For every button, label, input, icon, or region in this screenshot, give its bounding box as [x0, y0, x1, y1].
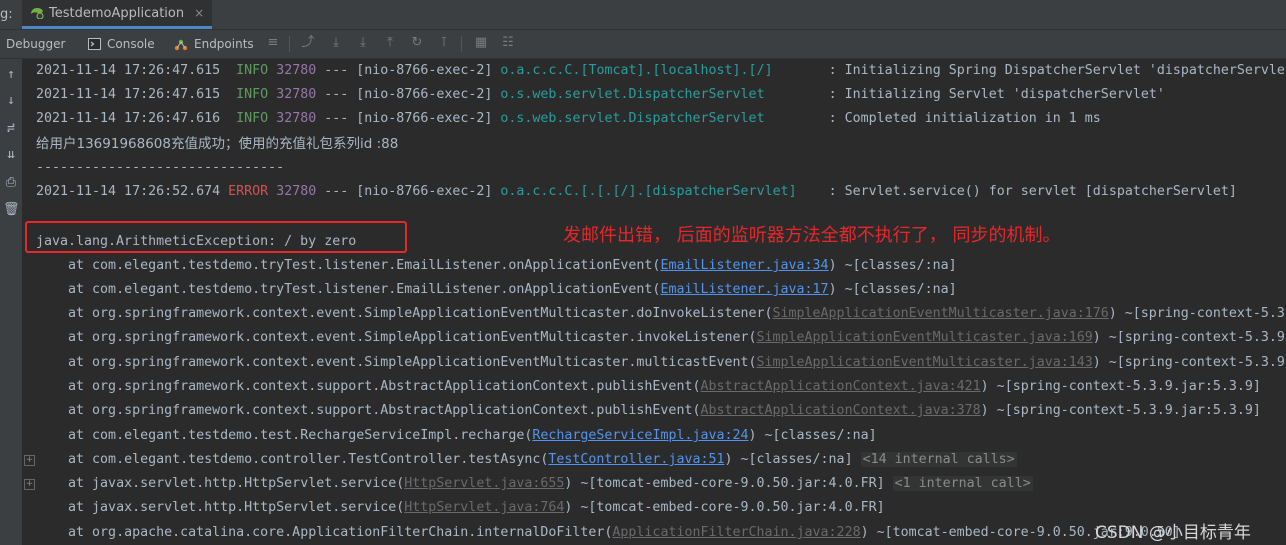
- step-over-icon[interactable]: ⤓: [328, 35, 344, 51]
- toolbar-separator: [461, 36, 462, 52]
- stack-frame: at com.elegant.testdemo.tryTest.listener…: [68, 258, 957, 273]
- trace-icon[interactable]: ☷: [500, 35, 516, 51]
- dash-separator: -------------------------------: [36, 160, 285, 175]
- toolbar-separator: [289, 36, 290, 52]
- stack-frame: at org.springframework.context.event.Sim…: [68, 306, 1286, 321]
- run-toolbar: Debugger Console Endpoints ≡ ⤴ ⤓ ⤓ ⤒ ↻ ⊺…: [0, 30, 1286, 59]
- expand-fold-icon[interactable]: +: [24, 479, 35, 490]
- tab-debugger-label: Debugger: [6, 37, 66, 51]
- console-action-gutter: ↑ ↓ ≓ ⇊ ⎙ 🗑: [0, 59, 23, 545]
- source-link[interactable]: RechargeServiceImpl.java:24: [532, 428, 748, 443]
- source-link[interactable]: SimpleApplicationEventMulticaster.java:1…: [773, 306, 1109, 321]
- tab-endpoints-label: Endpoints: [194, 37, 254, 51]
- fold-column: [22, 59, 36, 545]
- source-link[interactable]: AbstractApplicationContext.java:378: [700, 403, 980, 418]
- stack-frame: at com.elegant.testdemo.tryTest.listener…: [68, 282, 957, 297]
- stack-frame: at org.springframework.context.support.A…: [68, 379, 1261, 394]
- scroll-to-end-icon[interactable]: ⇊: [3, 147, 19, 163]
- error-log-line: 2021-11-14 17:26:52.674 ERROR 32780 --- …: [36, 184, 1237, 199]
- run-to-cursor-icon[interactable]: ↻: [409, 35, 425, 51]
- trash-icon[interactable]: 🗑: [3, 202, 20, 218]
- tab-console[interactable]: Console: [88, 30, 155, 58]
- source-link[interactable]: EmailListener.java:17: [660, 282, 828, 297]
- source-link[interactable]: TestController.java:51: [548, 452, 724, 467]
- source-link[interactable]: HttpServlet.java:764: [404, 500, 564, 515]
- source-link[interactable]: SimpleApplicationEventMulticaster.java:1…: [757, 330, 1093, 345]
- menu-lines-icon[interactable]: ≡: [265, 35, 281, 51]
- down-arrow-icon[interactable]: ↓: [3, 93, 19, 109]
- close-tab-icon[interactable]: ×: [194, 6, 204, 20]
- exception-highlight-box: [25, 221, 407, 253]
- tabbar-prefix: g:: [0, 7, 13, 22]
- console-icon: [88, 38, 101, 50]
- run-tab-label: TestdemoApplication: [49, 5, 185, 21]
- run-config-tab[interactable]: TestdemoApplication ×: [22, 0, 213, 29]
- endpoints-icon: [174, 39, 188, 50]
- console-output[interactable]: 2021-11-14 17:26:47.615 INFO 32780 --- […: [36, 59, 1286, 545]
- source-link[interactable]: HttpServlet.java:655: [404, 476, 564, 491]
- log-line: 2021-11-14 17:26:47.616 INFO 32780 --- […: [36, 111, 1101, 126]
- source-link[interactable]: AbstractApplicationContext.java:421: [700, 379, 980, 394]
- soft-wrap-icon[interactable]: ≓: [3, 121, 19, 137]
- expand-fold-icon[interactable]: +: [24, 455, 35, 466]
- step-into-icon[interactable]: ⤓: [355, 35, 371, 51]
- up-arrow-icon[interactable]: ↑: [3, 67, 19, 83]
- calculator-icon[interactable]: ▦: [473, 35, 489, 51]
- run-tool-window-tabbar: g: TestdemoApplication ×: [0, 0, 1286, 30]
- evaluate-icon[interactable]: ⊺: [436, 35, 452, 51]
- tab-debugger[interactable]: Debugger: [6, 30, 65, 58]
- tab-console-label: Console: [107, 37, 155, 51]
- stack-frame: at org.springframework.context.event.Sim…: [68, 355, 1286, 370]
- step-out-icon[interactable]: ⤒: [382, 35, 398, 51]
- stack-frame: at com.elegant.testdemo.test.RechargeSer…: [68, 428, 877, 443]
- log-line: 2021-11-14 17:26:47.615 INFO 32780 --- […: [36, 87, 1165, 102]
- stack-frame: at com.elegant.testdemo.controller.TestC…: [68, 452, 1017, 467]
- source-link[interactable]: ApplicationFilterChain.java:228: [612, 525, 860, 540]
- source-link[interactable]: SimpleApplicationEventMulticaster.java:1…: [757, 355, 1093, 370]
- show-execution-point-icon[interactable]: ⤴: [300, 35, 316, 51]
- print-icon[interactable]: ⎙: [3, 175, 19, 191]
- stack-frame: at javax.servlet.http.HttpServlet.servic…: [68, 500, 885, 515]
- watermark: CSDN @小目标青年: [1095, 523, 1251, 543]
- internal-calls-fold[interactable]: <1 internal call>: [892, 476, 1033, 491]
- tab-endpoints[interactable]: Endpoints: [174, 30, 254, 58]
- stack-frame: at org.springframework.context.support.A…: [68, 403, 1261, 418]
- recharge-message: 给用户13691968608充值成功；使用的充值礼包系列id :88: [36, 136, 399, 152]
- spring-boot-app-icon: [31, 8, 44, 19]
- annotation-text: 发邮件出错， 后面的监听器方法全都不执行了， 同步的机制。: [563, 225, 1061, 246]
- internal-calls-fold[interactable]: <14 internal calls>: [860, 452, 1017, 467]
- log-line: 2021-11-14 17:26:47.615 INFO 32780 --- […: [36, 63, 1286, 78]
- stack-frame: at org.springframework.context.event.Sim…: [68, 330, 1286, 345]
- stack-frame: at javax.servlet.http.HttpServlet.servic…: [68, 476, 1033, 491]
- source-link[interactable]: EmailListener.java:34: [660, 258, 828, 273]
- stack-frame: at org.apache.catalina.core.ApplicationF…: [68, 525, 1181, 540]
